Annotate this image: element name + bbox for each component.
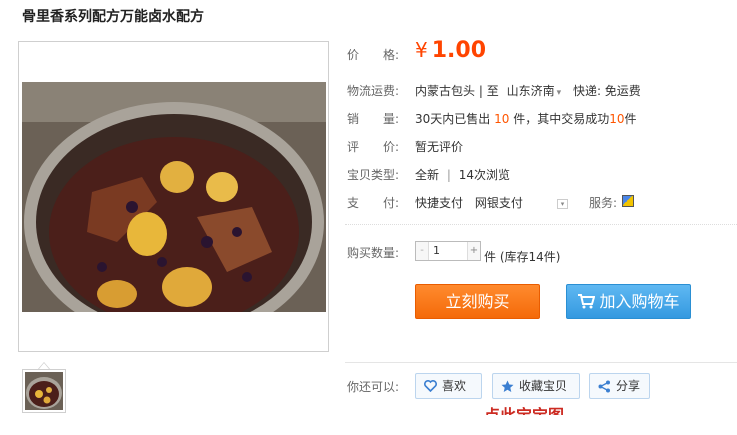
star-icon bbox=[501, 380, 514, 392]
quantity-label: 购买数量: bbox=[347, 246, 400, 260]
divider bbox=[345, 362, 737, 363]
shipping-separator: | bbox=[478, 84, 483, 98]
payment-dropdown-icon[interactable]: ▾ bbox=[557, 199, 568, 209]
favorite-button[interactable]: 收藏宝贝 bbox=[492, 373, 580, 399]
shipping-info: 内蒙古包头 | 至 山东济南 ▾ 快递: 免运费 bbox=[415, 82, 641, 99]
review-value: 暂无评价 bbox=[415, 140, 464, 154]
product-title: 骨里香系列配方万能卤水配方 bbox=[22, 9, 204, 25]
thumbnail-photo bbox=[25, 372, 63, 410]
cart-icon bbox=[578, 294, 596, 309]
stock-count: (库存14件) bbox=[499, 250, 561, 264]
quantity-plus-button[interactable]: + bbox=[467, 242, 480, 260]
service-label: 服务: bbox=[589, 196, 618, 210]
buy-now-button[interactable]: 立刻购买 bbox=[415, 284, 540, 319]
item-type-info: 全新 | 14次浏览 bbox=[415, 166, 510, 183]
share-button[interactable]: 分享 bbox=[589, 373, 650, 399]
item-type-label: 宝贝类型: bbox=[347, 168, 400, 182]
shipping-label: 物流运费: bbox=[347, 84, 400, 98]
quantity-stepper[interactable]: - + bbox=[415, 241, 481, 261]
braised-pot-photo bbox=[22, 82, 326, 312]
shipping-to-prefix: 至 bbox=[486, 84, 499, 98]
review-label: 评 价: bbox=[347, 140, 400, 154]
like-button[interactable]: 喜欢 bbox=[415, 373, 482, 399]
sales-label: 销 量: bbox=[347, 112, 400, 126]
service-badge-icon[interactable] bbox=[622, 195, 634, 207]
divider bbox=[345, 224, 737, 225]
item-views: 14次浏览 bbox=[458, 168, 510, 182]
price-label: 价 格: bbox=[347, 48, 400, 62]
price-value: ¥1.00 bbox=[415, 38, 486, 63]
add-to-cart-button[interactable]: 加入购物车 bbox=[566, 284, 691, 319]
heart-icon bbox=[424, 380, 437, 392]
sales-info: 30天内已售出 10 件，其中交易成功10件 bbox=[415, 110, 637, 127]
sales-success-count: 10 bbox=[609, 112, 625, 126]
sales-sold-count: 10 bbox=[494, 112, 510, 126]
sales-text-a: 30天内已售出 bbox=[415, 112, 491, 126]
shipping-destination[interactable]: 山东济南 bbox=[507, 84, 555, 98]
thumbnail-pointer bbox=[38, 362, 50, 369]
shipping-origin: 内蒙古包头 bbox=[415, 84, 476, 98]
stock-info: 件 (库存14件) bbox=[484, 248, 560, 265]
chevron-down-icon[interactable]: ▾ bbox=[557, 88, 562, 98]
product-main-image[interactable] bbox=[18, 41, 329, 352]
like-label: 喜欢 bbox=[442, 379, 467, 393]
currency-symbol: ¥ bbox=[415, 38, 428, 62]
sales-text-c: 件 bbox=[624, 112, 637, 126]
payment-method-quick: 快捷支付 bbox=[415, 196, 464, 210]
share-label: 分享 bbox=[616, 379, 641, 393]
more-actions-label: 你还可以: bbox=[347, 380, 400, 394]
payment-methods: 快捷支付 网银支付 bbox=[415, 194, 523, 211]
price-amount: 1.00 bbox=[431, 38, 487, 63]
add-to-cart-label: 加入购物车 bbox=[599, 292, 680, 311]
product-thumbnail[interactable] bbox=[22, 369, 66, 413]
shipping-express: 快递: 免运费 bbox=[572, 84, 641, 98]
item-condition: 全新 bbox=[415, 168, 440, 182]
favorite-label: 收藏宝贝 bbox=[519, 379, 568, 393]
payment-method-bank: 网银支付 bbox=[474, 196, 523, 210]
share-icon bbox=[598, 380, 610, 393]
cut-off-banner-text: 点此宝宝图 bbox=[484, 402, 564, 415]
quantity-input[interactable] bbox=[429, 242, 467, 260]
item-type-separator: | bbox=[446, 168, 451, 182]
quantity-unit: 件 bbox=[484, 250, 497, 264]
sales-text-b: 件，其中交易成功 bbox=[513, 112, 610, 126]
payment-label: 支 付: bbox=[347, 196, 400, 210]
quantity-minus-button[interactable]: - bbox=[416, 242, 429, 260]
